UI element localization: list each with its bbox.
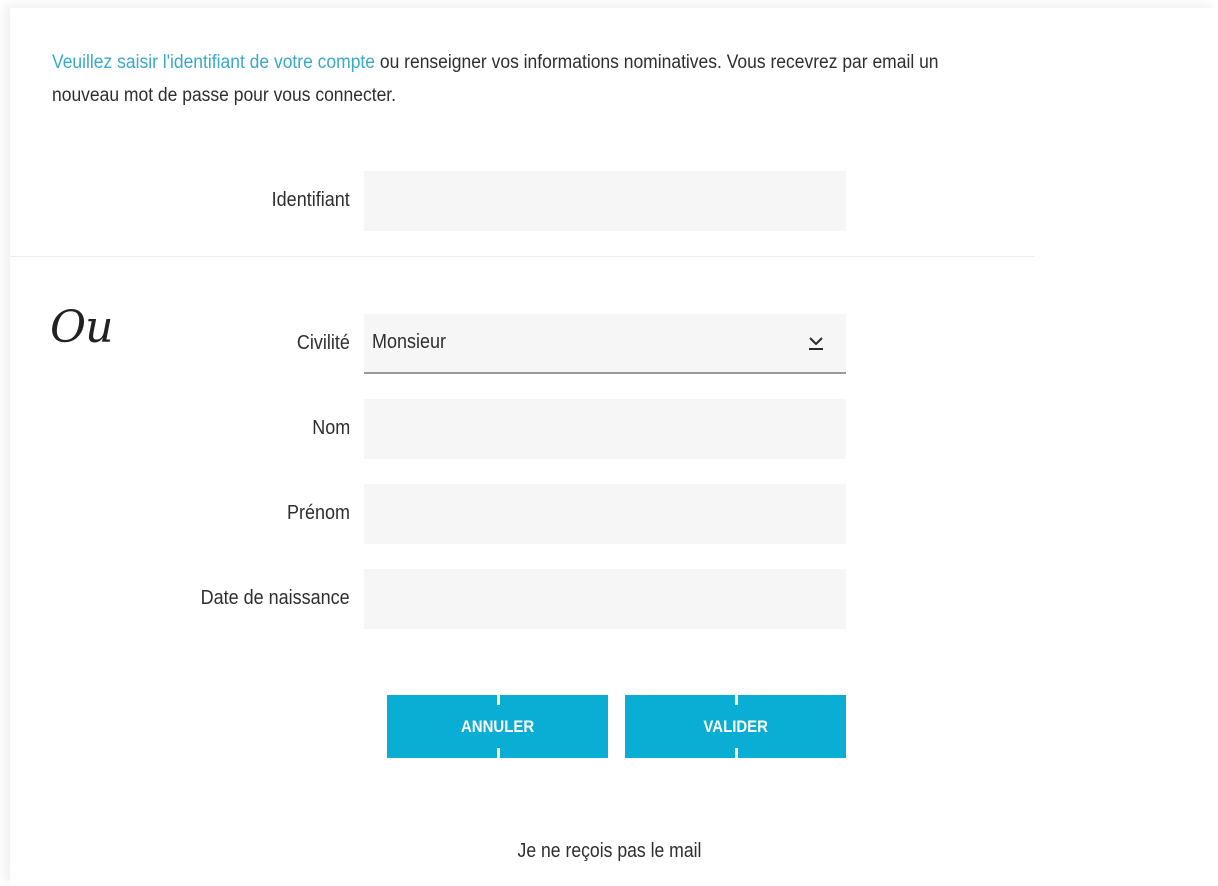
section-divider [10,256,1034,257]
nom-input[interactable] [364,399,846,459]
intro-text: Veuillez saisir l'identifiant de votre c… [52,46,954,112]
civilite-label: Civilité [296,332,350,354]
button-notch-bottom [496,748,500,758]
ou-separator: Ou [50,302,113,353]
cancel-button[interactable]: ANNULER [387,695,608,758]
no-mail-link[interactable]: Je ne reçois pas le mail [0,840,1218,863]
identifiant-label: Identifiant [271,189,350,211]
button-notch-bottom [734,748,738,758]
civilite-selected-value: Monsieur [372,331,447,353]
identifiant-link[interactable]: Veuillez saisir l'identifiant de votre c… [52,52,375,73]
nom-label: Nom [311,417,350,439]
prenom-label: Prénom [286,502,350,524]
submit-button[interactable]: VALIDER [625,695,846,758]
no-mail-link-text: Je ne reçois pas le mail [517,840,701,862]
identifiant-input[interactable] [364,171,846,231]
date-naissance-label: Date de naissance [200,587,350,609]
civilite-select[interactable]: Monsieur [364,314,846,374]
date-naissance-input[interactable] [364,569,846,629]
chevron-down-icon [809,337,823,350]
prenom-input[interactable] [364,484,846,544]
